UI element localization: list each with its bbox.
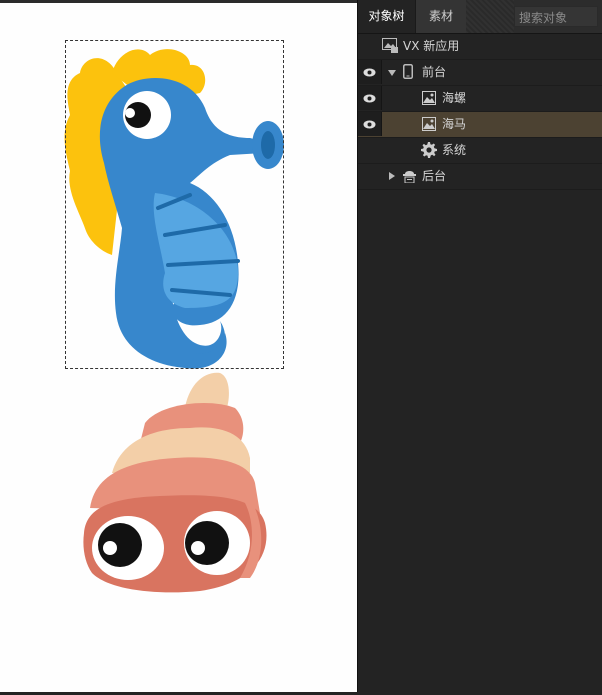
design-canvas[interactable] [0, 0, 357, 692]
image-icon [422, 117, 436, 134]
tree-label-system: 系统 [442, 143, 467, 157]
object-panel: 对象树 素材 VX 新应用 前台 海螺 [357, 0, 602, 692]
tree-row-app[interactable]: VX 新应用 [358, 34, 602, 60]
gear-icon [421, 142, 437, 161]
tab-assets[interactable]: 素材 [415, 0, 467, 33]
selection-box[interactable] [65, 40, 284, 369]
visibility-eye-icon[interactable] [358, 86, 382, 110]
tree-label-conch: 海螺 [442, 91, 467, 105]
tree-label-app: VX 新应用 [403, 39, 460, 53]
tree-label-backend: 后台 [422, 169, 447, 183]
panel-tabs: 对象树 素材 [358, 0, 602, 34]
tree-label-frontend: 前台 [422, 65, 447, 79]
tab-spacer [466, 0, 514, 33]
image-icon [422, 91, 436, 108]
app-icon [382, 38, 398, 56]
conch-image[interactable] [83, 372, 267, 593]
tree-row-conch[interactable]: 海螺 [358, 86, 602, 112]
search-input[interactable] [515, 8, 597, 28]
visibility-eye-icon[interactable] [358, 112, 382, 136]
expand-arrow-icon[interactable] [389, 172, 395, 180]
search-box [514, 6, 598, 28]
tree-label-seahorse: 海马 [442, 117, 467, 131]
tree-row-backend[interactable]: 后台 [358, 164, 602, 190]
phone-icon [403, 64, 413, 82]
tab-object-tree[interactable]: 对象树 [358, 0, 415, 33]
collapse-arrow-icon[interactable] [388, 70, 396, 76]
visibility-eye-icon[interactable] [358, 60, 382, 84]
server-icon [402, 169, 417, 186]
tree-row-system[interactable]: 系统 [358, 138, 602, 164]
tree-row-frontend[interactable]: 前台 [358, 60, 602, 86]
tree-row-seahorse[interactable]: 海马 [358, 112, 602, 138]
